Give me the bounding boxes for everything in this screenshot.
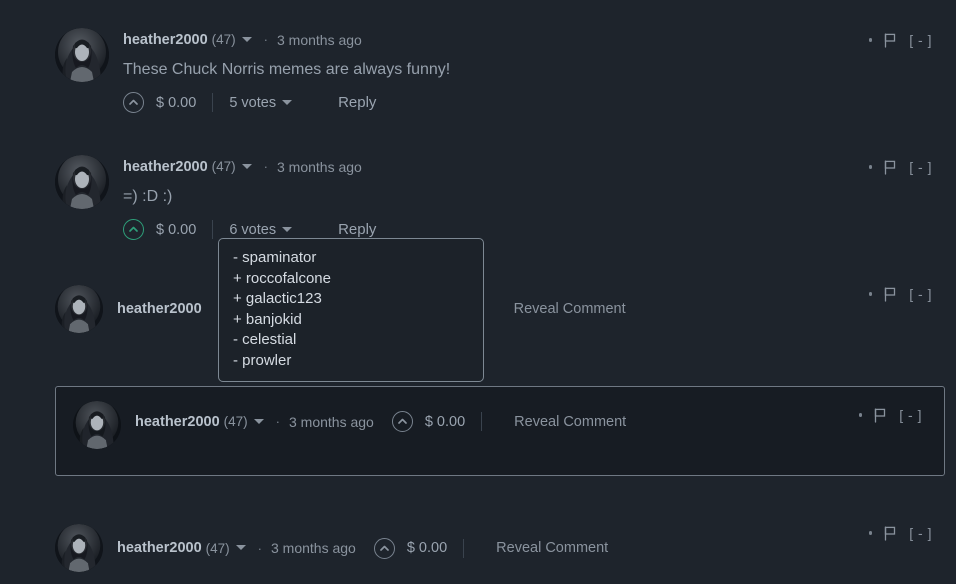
comment-author[interactable]: heather2000: [117, 301, 202, 317]
comment-timestamp: 3 months ago: [277, 32, 362, 48]
payout-amount[interactable]: $ 0.00: [156, 95, 196, 111]
collapse-toggle[interactable]: [ - ]: [909, 286, 932, 302]
comment-timestamp: 3 months ago: [271, 540, 356, 556]
comment-actions: $ 0.00 6 votes Reply: [123, 219, 376, 240]
divider: [481, 412, 483, 431]
meta-separator: ·: [263, 32, 268, 47]
comments-page: heather2000 (47) · 3 months ago These Ch…: [0, 0, 956, 584]
bullet-dot-icon: [868, 531, 873, 535]
flag-icon[interactable]: [884, 33, 897, 48]
comment-item: heather2000 (47) · 3 months ago $ 0.00 R…: [55, 524, 608, 572]
avatar[interactable]: [73, 401, 121, 449]
chevron-down-icon[interactable]: [253, 418, 264, 424]
reveal-comment-button[interactable]: Reveal Comment: [514, 414, 626, 430]
comment-author[interactable]: heather2000: [135, 414, 220, 430]
avatar[interactable]: [55, 155, 109, 209]
comment-collapsed-row: heather2000 (47) · 3 months ago $ 0.00 R…: [117, 537, 608, 559]
vote-entry[interactable]: - spaminator: [219, 248, 483, 269]
flag-icon[interactable]: [884, 160, 897, 175]
divider: [212, 93, 214, 112]
author-reputation: (47): [223, 414, 248, 429]
vote-entry[interactable]: - prowler: [219, 351, 483, 372]
upvote-icon[interactable]: [373, 537, 395, 559]
collapse-toggle[interactable]: [ - ]: [899, 407, 922, 423]
comment-author[interactable]: heather2000: [123, 157, 208, 177]
comment-text: These Chuck Norris memes are always funn…: [123, 61, 451, 78]
comment-timestamp: 3 months ago: [277, 159, 362, 175]
comment-meta: heather2000 (47) · 3 months ago: [123, 30, 450, 50]
meta-separator: ·: [257, 540, 262, 556]
bullet-dot-icon: [868, 165, 873, 169]
comment-right-controls: [ - ]: [868, 159, 932, 175]
avatar[interactable]: [55, 285, 103, 333]
comment-body: heather2000 (47) · 3 months ago =) :D :)…: [123, 155, 376, 240]
votes-count[interactable]: 6 votes: [229, 222, 276, 238]
comment-body: heather2000 (47) · 3 months ago $ 0.00 R…: [56, 387, 944, 449]
comment-right-controls: [ - ]: [858, 407, 922, 423]
meta-separator: ·: [275, 414, 280, 429]
comment-text: =) :D :): [123, 188, 173, 205]
comment-right-controls: [ - ]: [868, 32, 932, 48]
divider: [212, 220, 214, 239]
comment-meta: heather2000 (47) · 3 months ago: [123, 157, 376, 177]
comment-item-highlighted[interactable]: heather2000 (47) · 3 months ago $ 0.00 R…: [55, 386, 945, 476]
chevron-down-icon[interactable]: [241, 164, 252, 169]
comment-item: heather2000 (47) · 3 months ago These Ch…: [55, 28, 450, 113]
collapse-toggle[interactable]: [ - ]: [909, 159, 932, 175]
flag-icon[interactable]: [884, 526, 897, 541]
reveal-comment-button[interactable]: Reveal Comment: [496, 540, 608, 556]
comment-author[interactable]: heather2000: [123, 30, 208, 50]
votes-chevron-down-icon[interactable]: [282, 99, 293, 105]
payout-amount[interactable]: $ 0.00: [407, 540, 447, 556]
chevron-down-icon[interactable]: [235, 545, 246, 550]
vote-entry[interactable]: + banjokid: [219, 310, 483, 331]
upvote-icon[interactable]: [123, 92, 144, 113]
collapse-toggle[interactable]: [ - ]: [909, 32, 932, 48]
avatar[interactable]: [55, 28, 109, 82]
comment-item: heather2000 (47) · 3 months ago =) :D :)…: [55, 155, 376, 240]
vote-entry[interactable]: + roccofalcone: [219, 269, 483, 290]
divider: [463, 538, 465, 558]
upvote-icon[interactable]: [123, 219, 144, 240]
flag-icon[interactable]: [874, 408, 887, 423]
author-reputation: (47): [211, 159, 236, 174]
payout-amount[interactable]: $ 0.00: [425, 414, 465, 430]
bullet-dot-icon: [858, 413, 863, 417]
comment-actions: $ 0.00 5 votes Reply: [123, 92, 450, 113]
chevron-down-icon[interactable]: [241, 37, 252, 42]
comment-timestamp: 3 months ago: [289, 413, 374, 430]
bullet-dot-icon: [868, 38, 873, 42]
author-reputation: (47): [205, 540, 230, 556]
comment-right-controls: [ - ]: [868, 525, 932, 541]
meta-separator: ·: [263, 159, 268, 174]
reply-button[interactable]: Reply: [338, 94, 376, 111]
vote-entry[interactable]: + galactic123: [219, 289, 483, 310]
comment-right-controls: [ - ]: [868, 286, 932, 302]
reply-button[interactable]: Reply: [338, 221, 376, 238]
author-reputation: (47): [211, 32, 236, 47]
votes-chevron-down-icon[interactable]: [282, 226, 293, 232]
upvote-icon[interactable]: [391, 411, 413, 432]
comment-body: heather2000 (47) · 3 months ago These Ch…: [123, 28, 450, 113]
flag-icon[interactable]: [884, 287, 897, 302]
comment-author[interactable]: heather2000: [117, 540, 202, 556]
votes-count[interactable]: 5 votes: [229, 95, 276, 111]
reveal-comment-button[interactable]: Reveal Comment: [514, 301, 626, 317]
votes-dropdown[interactable]: - spaminator + roccofalcone + galactic12…: [218, 238, 484, 382]
bullet-dot-icon: [868, 292, 873, 296]
collapse-toggle[interactable]: [ - ]: [909, 525, 932, 541]
payout-amount[interactable]: $ 0.00: [156, 222, 196, 238]
vote-entry[interactable]: - celestial: [219, 330, 483, 351]
avatar[interactable]: [55, 524, 103, 572]
comment-collapsed-row: heather2000 (47) · 3 months ago $ 0.00 R…: [135, 401, 626, 432]
